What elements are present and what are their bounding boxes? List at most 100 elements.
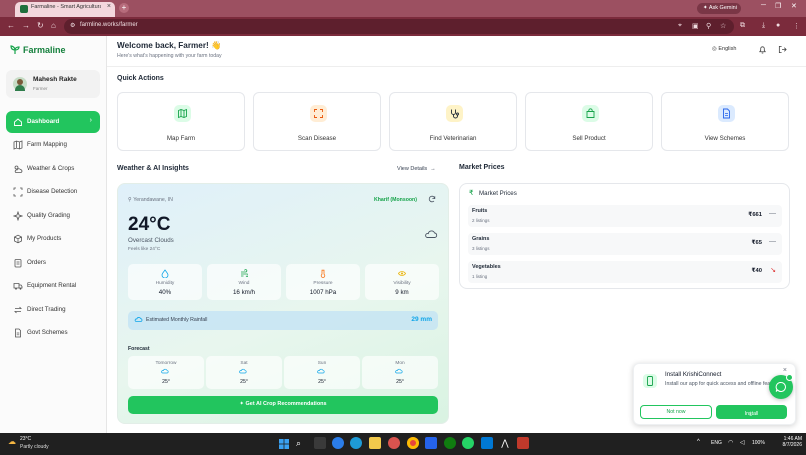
- quick-action-find-veterinarian[interactable]: Find Veterinarian: [389, 92, 517, 151]
- sidebar-item-quality-grading[interactable]: Quality Grading: [6, 205, 100, 227]
- sidebar-item-dashboard[interactable]: Dashboard ›: [6, 111, 100, 133]
- sidebar-item-govt-schemes[interactable]: Govt Schemes: [6, 322, 100, 344]
- vscode-icon[interactable]: [481, 437, 493, 449]
- chevron-right-icon: ›: [89, 117, 92, 124]
- back-icon[interactable]: ←: [7, 21, 15, 30]
- screen-icon[interactable]: ▣: [692, 22, 699, 30]
- quick-action-sell-product[interactable]: Sell Product: [525, 92, 653, 151]
- market-row[interactable]: Vegetables 1 listing ₹40 ↘: [468, 261, 782, 283]
- file-explorer-icon[interactable]: [369, 437, 381, 449]
- close-tab-icon[interactable]: ×: [107, 3, 111, 10]
- quick-action-label: View Schemes: [704, 135, 746, 142]
- market-item-price: ₹40: [751, 268, 762, 274]
- sidebar-item-label: Farm Mapping: [27, 141, 67, 148]
- browser-toolbar: ← → ↻ ⌂ ⚙ farmline.works/farmer ⌖ ▣ ⚲ ☆ …: [0, 17, 806, 36]
- forward-icon[interactable]: →: [22, 21, 30, 30]
- bell-icon[interactable]: [758, 45, 767, 54]
- quick-action-view-schemes[interactable]: View Schemes: [661, 92, 789, 151]
- windows-start-icon[interactable]: [278, 437, 290, 449]
- ask-gemini-label: Ask Gemini: [708, 5, 737, 11]
- sidebar-item-disease-detection[interactable]: Disease Detection: [6, 181, 100, 203]
- extensions-icon[interactable]: ⧉: [740, 22, 745, 30]
- install-label: Install: [744, 411, 759, 417]
- partly-cloudy-icon: ☁: [8, 437, 16, 446]
- stat-humidity: Humidity 40%: [128, 264, 202, 300]
- sidebar-item-label: Direct Trading: [27, 306, 66, 313]
- taskbar-search-icon[interactable]: ⌕: [296, 437, 308, 449]
- language-selector[interactable]: ◎ English: [712, 46, 736, 52]
- app-icon[interactable]: [425, 437, 437, 449]
- forecast-temp: 25°: [240, 379, 248, 385]
- sidebar-item-label: Disease Detection: [27, 188, 78, 195]
- sidebar-item-weather-crops[interactable]: Weather & Crops: [6, 158, 100, 180]
- close-window-icon[interactable]: ✕: [791, 2, 797, 10]
- ask-gemini-button[interactable]: ✦ Ask Gemini: [697, 3, 741, 14]
- market-row[interactable]: Grains 3 listings ₹65 —: [468, 233, 782, 255]
- app-icon[interactable]: [388, 437, 400, 449]
- sidebar-item-orders[interactable]: Orders: [6, 252, 100, 274]
- ai-crop-recommendations-button[interactable]: ✦ Get AI Crop Recommendations: [128, 396, 438, 414]
- xbox-icon[interactable]: [444, 437, 456, 449]
- reload-icon[interactable]: ↻: [37, 21, 44, 30]
- home-icon: [14, 118, 22, 126]
- not-now-button[interactable]: Not now: [640, 405, 712, 419]
- brand-name: Farmaline: [23, 45, 66, 55]
- quick-action-label: Find Veterinarian: [429, 135, 477, 142]
- maximize-icon[interactable]: ❐: [775, 2, 781, 10]
- sidebar-item-direct-trading[interactable]: Direct Trading: [6, 299, 100, 321]
- app-icon[interactable]: [517, 437, 529, 449]
- forecast-day: Mon 25°: [362, 356, 438, 389]
- quick-action-map-farm[interactable]: Map Farm: [117, 92, 245, 151]
- stat-label: Wind: [238, 281, 250, 286]
- url-text: farmline.works/farmer: [80, 22, 138, 28]
- user-profile-card[interactable]: Mahesh Rakte Farmer: [6, 70, 100, 98]
- new-tab-button[interactable]: +: [119, 3, 129, 13]
- quick-action-scan-disease[interactable]: Scan Disease: [253, 92, 381, 151]
- stat-pressure: Pressure 1007 hPa: [286, 264, 360, 300]
- globe-icon: ◎: [712, 46, 717, 52]
- task-view-icon[interactable]: [314, 437, 326, 449]
- profile-avatar-icon[interactable]: ●: [776, 22, 780, 29]
- sidebar-item-farm-mapping[interactable]: Farm Mapping: [6, 134, 100, 156]
- install-description: Install our app for quick access and off…: [665, 381, 782, 387]
- cloud-sun-icon: [14, 165, 23, 173]
- refresh-icon[interactable]: [428, 195, 436, 203]
- tray-language[interactable]: ENG: [711, 440, 722, 446]
- bookmark-star-icon[interactable]: ☆: [720, 22, 726, 30]
- install-button[interactable]: ⤓ Install: [716, 405, 787, 419]
- widgets-icon[interactable]: [350, 437, 362, 449]
- sidebar-item-equipment-rental[interactable]: Equipment Rental: [6, 275, 100, 297]
- browser-tab[interactable]: Farmaline - Smart Agricultural P ×: [15, 2, 115, 17]
- minimize-icon[interactable]: ─: [761, 2, 766, 9]
- download-icon[interactable]: ⤓: [762, 22, 765, 30]
- market-row[interactable]: Fruits 2 listings ₹661 —: [468, 205, 782, 227]
- view-details-link[interactable]: View Details →: [397, 166, 436, 172]
- location-icon[interactable]: ⌖: [678, 22, 682, 30]
- whatsapp-icon[interactable]: [462, 437, 474, 449]
- stat-label: Visibility: [393, 281, 411, 286]
- chrome-icon[interactable]: [407, 437, 419, 449]
- address-bar[interactable]: ⚙ farmline.works/farmer ⌖ ▣ ⚲ ☆: [64, 19, 734, 34]
- ai-button-label: Get AI Crop Recommendations: [245, 401, 327, 407]
- sidebar-item-label: Quality Grading: [27, 212, 70, 219]
- volume-icon[interactable]: ◁: [740, 439, 745, 446]
- market-item-listings: 1 listing: [472, 274, 488, 279]
- rain-cloud-icon: [134, 317, 143, 322]
- windows-taskbar: ☁ 23°C Partly cloudy ⌕ ⋀ ^ ENG ◠ ◁ 100% …: [0, 433, 806, 453]
- wifi-icon[interactable]: ◠: [728, 439, 733, 446]
- map-icon: [174, 105, 191, 122]
- market-item-listings: 3 listings: [472, 246, 490, 251]
- battery-label[interactable]: 100%: [752, 440, 765, 446]
- menu-dots-icon[interactable]: ⋮: [793, 22, 800, 30]
- edge-icon[interactable]: [332, 437, 344, 449]
- translate-icon[interactable]: ⚲: [706, 22, 711, 30]
- sidebar-item-my-products[interactable]: My Products: [6, 228, 100, 250]
- taskbar-clock[interactable]: 1:46 AM 8/7/2026: [774, 436, 802, 448]
- home-browser-icon[interactable]: ⌂: [51, 21, 56, 30]
- close-icon[interactable]: ×: [783, 367, 787, 374]
- tray-chevron-icon[interactable]: ^: [697, 439, 700, 445]
- logout-icon[interactable]: [778, 45, 787, 54]
- site-info-icon[interactable]: ⚙: [70, 22, 75, 29]
- quick-action-label: Scan Disease: [297, 135, 337, 142]
- app-icon[interactable]: ⋀: [499, 437, 511, 449]
